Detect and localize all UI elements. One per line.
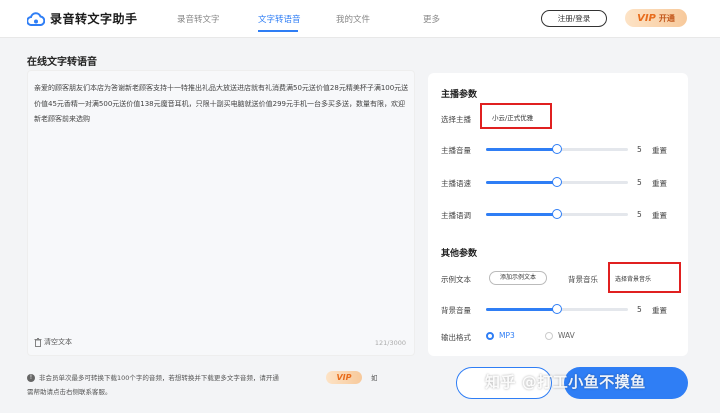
slider-handle[interactable] (552, 304, 562, 314)
char-counter: 121/3000 (374, 339, 406, 347)
clear-text-label: 清空文本 (44, 338, 72, 346)
login-button[interactable]: 注册/登录 (541, 10, 607, 27)
vip-open-link[interactable]: VIP (326, 371, 362, 384)
slider-handle[interactable] (552, 144, 562, 154)
vip-badge-text: VIP (637, 12, 656, 24)
footer-note-line2: 需帮助请点击右侧联系客服。 (27, 388, 112, 396)
nav-text-to-speech[interactable]: 文字转语音 (258, 13, 301, 25)
editor-content[interactable]: 亲爱的顾客朋友们本店为答谢新老顾客支持十一特推出礼品大放送进店就有礼消费满50元… (34, 81, 410, 128)
format-mp3-radio[interactable]: MP3 (486, 331, 515, 340)
reset-volume-button[interactable]: 重置 (652, 145, 667, 156)
app-logo[interactable]: 录音转文字助手 (27, 10, 138, 27)
format-wav-radio[interactable]: WAV (545, 331, 575, 340)
top-header: 录音转文字助手 录音转文字 文字转语音 我的文件 更多 注册/登录 VIP 开通 (0, 0, 720, 38)
output-format-label: 输出格式 (441, 333, 471, 342)
anchor-params-title: 主播参数 (441, 90, 478, 100)
radio-dot (545, 331, 553, 340)
slider-handle[interactable] (552, 177, 562, 187)
anchor-select[interactable]: 小云/正式优雅 (492, 112, 533, 122)
slider-label-pitch: 主播语调 (441, 211, 471, 220)
slider-value: 5 (637, 145, 642, 154)
bgm-select[interactable]: 选择背景音乐 (615, 274, 651, 283)
other-params-title: 其他参数 (441, 249, 478, 259)
slider-value: 5 (637, 178, 642, 187)
bgm-select-highlight: 选择背景音乐 (608, 262, 681, 293)
slider-label-volume: 主播音量 (441, 146, 471, 155)
bgm-volume-value: 5 (637, 305, 642, 314)
slider-label-speed: 主播语速 (441, 179, 471, 188)
vip-open-button[interactable]: VIP 开通 (625, 9, 687, 27)
anchor-pitch-slider[interactable] (486, 208, 628, 220)
slider-handle[interactable] (552, 209, 562, 219)
anchor-select-highlight: 小云/正式优雅 (480, 103, 552, 129)
anchor-speed-slider[interactable] (486, 176, 628, 188)
nav-audio-to-text[interactable]: 录音转文字 (177, 13, 220, 25)
bgm-volume-slider[interactable] (486, 303, 628, 315)
nav-active-indicator (258, 30, 298, 32)
cloud-logo-icon (27, 11, 45, 26)
page-title: 在线文字转语音 (27, 57, 97, 68)
radio-dot (486, 331, 494, 340)
reset-pitch-button[interactable]: 重置 (652, 210, 667, 221)
app-title: 录音转文字助手 (50, 12, 138, 26)
nav-more[interactable]: 更多 (423, 13, 440, 25)
format-mp3-label: MP3 (499, 331, 515, 340)
info-icon: ! (27, 374, 35, 382)
bgm-volume-label: 背景音量 (441, 306, 471, 315)
watermark-text: 知乎 @打工小鱼不摸鱼 (485, 373, 646, 391)
text-editor[interactable]: 亲爱的顾客朋友们本店为答谢新老顾客支持十一特推出礼品大放送进店就有礼消费满50元… (27, 70, 415, 356)
vip-open-label: 开通 (658, 13, 675, 23)
clear-text-button[interactable]: 清空文本 (34, 337, 72, 347)
slider-value: 5 (637, 210, 642, 219)
trash-icon (34, 337, 42, 347)
reset-speed-button[interactable]: 重置 (652, 178, 667, 189)
format-wav-label: WAV (558, 331, 575, 340)
add-example-button[interactable]: 添加示例文本 (489, 271, 547, 285)
anchor-volume-slider[interactable] (486, 143, 628, 155)
example-text-label: 示例文本 (441, 275, 471, 284)
reset-bgm-volume-button[interactable]: 重置 (652, 305, 667, 316)
vip-badge-text: VIP (336, 373, 352, 382)
bgm-label: 背景音乐 (568, 275, 598, 284)
nav-my-files[interactable]: 我的文件 (336, 13, 370, 25)
select-anchor-label: 选择主播 (441, 115, 471, 124)
footer-note-line1: 非会员单次最多可转换下载100个字的音频，若想转换并下载更多文字音频，请开通 (39, 374, 279, 382)
settings-panel: 主播参数 选择主播 小云/正式优雅 主播音量 5 重置 主播语速 5 重置 主播… (428, 73, 688, 356)
footer-note-tail: 如 (371, 374, 378, 382)
